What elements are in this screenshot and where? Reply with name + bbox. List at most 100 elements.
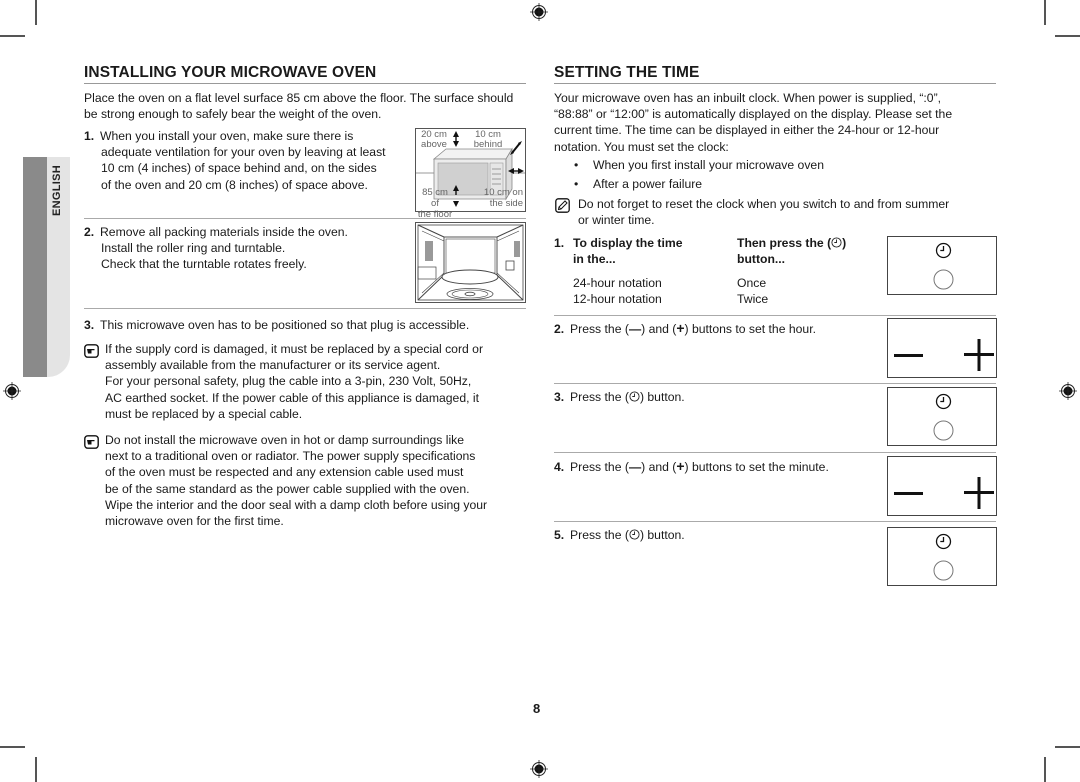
step-number: 2. [84,225,95,239]
step-text-line: When you install your oven, make sure th… [100,129,354,143]
clock-button[interactable] [935,393,952,410]
press-header: Then press the () button... [737,235,887,267]
intro-line: Your microwave oven has an inbuilt clock… [554,91,942,105]
hour-adjust-panel [887,318,997,378]
clearance-above-label: 20 cm above [419,130,449,150]
plus-icon: + [676,458,685,474]
time-step-5: 5. Press the () button. [554,527,874,543]
step-text-line: Install the roller ring and turntable. [101,241,286,256]
bullet-icon: • [574,158,579,172]
step-text-line: Remove all packing materials inside the … [100,225,348,239]
note-line: be of the same standard as the power cab… [105,481,470,496]
step-number: 4. [554,460,565,474]
note-line: microwave oven for the first time. [105,514,284,529]
crop-mark [1044,757,1046,782]
language-tab-label: ENGLISH [51,165,63,216]
step-text-line: adequate ventilation for your oven by le… [101,145,386,160]
time-step-4: 4. Press the (—) and (+) buttons to set t… [554,458,874,475]
step-text: ) button. [639,528,685,542]
clock-icon [831,237,842,248]
language-tab-bar [23,157,47,377]
step-text: Press the ( [570,322,629,336]
installing-intro: Place the oven on a flat level surface 8… [84,91,514,122]
clock-button[interactable] [935,533,952,550]
note-line: next to a traditional oven or radiator. … [105,449,476,464]
divider [554,315,996,316]
setting-time-section: SETTING THE TIME Your microwave oven has… [554,64,997,586]
clock-icon [629,529,640,540]
divider [84,308,526,309]
registration-mark-icon [1059,382,1077,400]
registration-mark-icon [530,760,548,778]
pointing-hand-icon [84,344,99,358]
clearance-behind-label: 10 cm behind [468,130,508,150]
minus-button[interactable] [894,354,923,357]
note-pencil-icon [555,198,570,213]
bullet-icon: • [574,177,579,191]
intro-line: “88:88” or “12:00” is automatically disp… [554,107,953,122]
header-text: Then press the ( [737,236,832,250]
divider [554,452,996,453]
step-number: 5. [554,528,565,542]
bullet-text: After a power failure [593,177,703,191]
plus-button[interactable] [964,339,994,371]
notation-12h: 12-hour notation [573,292,662,306]
step-text: ) buttons to set the hour. [684,322,816,336]
step-number: 3. [84,318,95,332]
plus-icon: + [676,320,685,336]
registration-mark-icon [530,3,548,21]
safety-note-power-cord: If the supply cord is damaged, it must b… [84,341,526,422]
press-once: Once [737,276,767,290]
start-button[interactable] [933,420,954,441]
start-button[interactable] [933,560,954,581]
header-line: Then press the () [737,235,887,251]
step-text: Press the ( [570,390,629,404]
installing-title: INSTALLING YOUR MICROWAVE OVEN [84,64,526,84]
clock-button[interactable] [935,242,952,259]
step-text-line: This microwave oven has to be positioned… [100,318,470,332]
crop-mark [35,0,37,25]
step-text-line: 10 cm (4 inches) of space behind and, on… [101,161,377,176]
step-text-line: of the oven and 20 cm (8 inches) of spac… [101,177,368,192]
label-line: behind [473,139,503,150]
crop-mark [0,35,25,37]
label-line: the side [489,198,523,209]
note-line: must be replaced by a special cable. [105,406,303,421]
intro-line: current time. The time can be displayed … [554,123,940,138]
divider [554,383,996,384]
crop-mark [0,746,25,748]
header-text: ) [842,236,847,250]
crop-mark [1055,35,1080,37]
step-text: ) buttons to set the minute. [684,460,829,474]
note-line: or winter time. [578,213,655,228]
pointing-hand-icon [84,435,99,449]
press-twice: Twice [737,292,769,306]
clock-icon [629,391,640,402]
crop-mark [1044,0,1046,25]
clock-button-panel [887,527,997,586]
plus-button[interactable] [964,477,994,509]
minus-button[interactable] [894,492,923,495]
turntable-illustration [417,224,524,301]
start-button[interactable] [933,269,954,290]
note-line: of the oven must be respected and any ex… [105,465,464,480]
step-text: ) and ( [641,322,677,336]
language-tab: ENGLISH [23,157,70,377]
clock-button-panel [887,387,997,446]
crop-mark [1055,746,1080,748]
setting-time-title: SETTING THE TIME [554,64,996,84]
step-number: 1. [554,236,565,250]
clearance-floor-label: 85 cm of the floor [417,187,453,220]
oven-interior-figure [415,222,526,303]
clock-reset-note: Do not forget to reset the clock when yo… [554,196,996,228]
minus-icon: — [628,322,642,336]
step-number: 2. [554,322,565,336]
label-line: 85 cm of [422,187,448,209]
install-step-2: 2. Remove all packing materials inside th… [84,224,404,273]
note-line: If the supply cord is damaged, it must b… [105,342,484,356]
minus-icon: — [628,460,642,474]
ventilation-figure: 20 cm above 10 cm behind 85 cm of the floor… [415,128,526,220]
install-step-3: 3. This microwave oven has to be position… [84,317,526,333]
installing-section: INSTALLING YOUR MICROWAVE OVEN Place the… [84,64,526,528]
minute-adjust-panel [887,456,997,516]
